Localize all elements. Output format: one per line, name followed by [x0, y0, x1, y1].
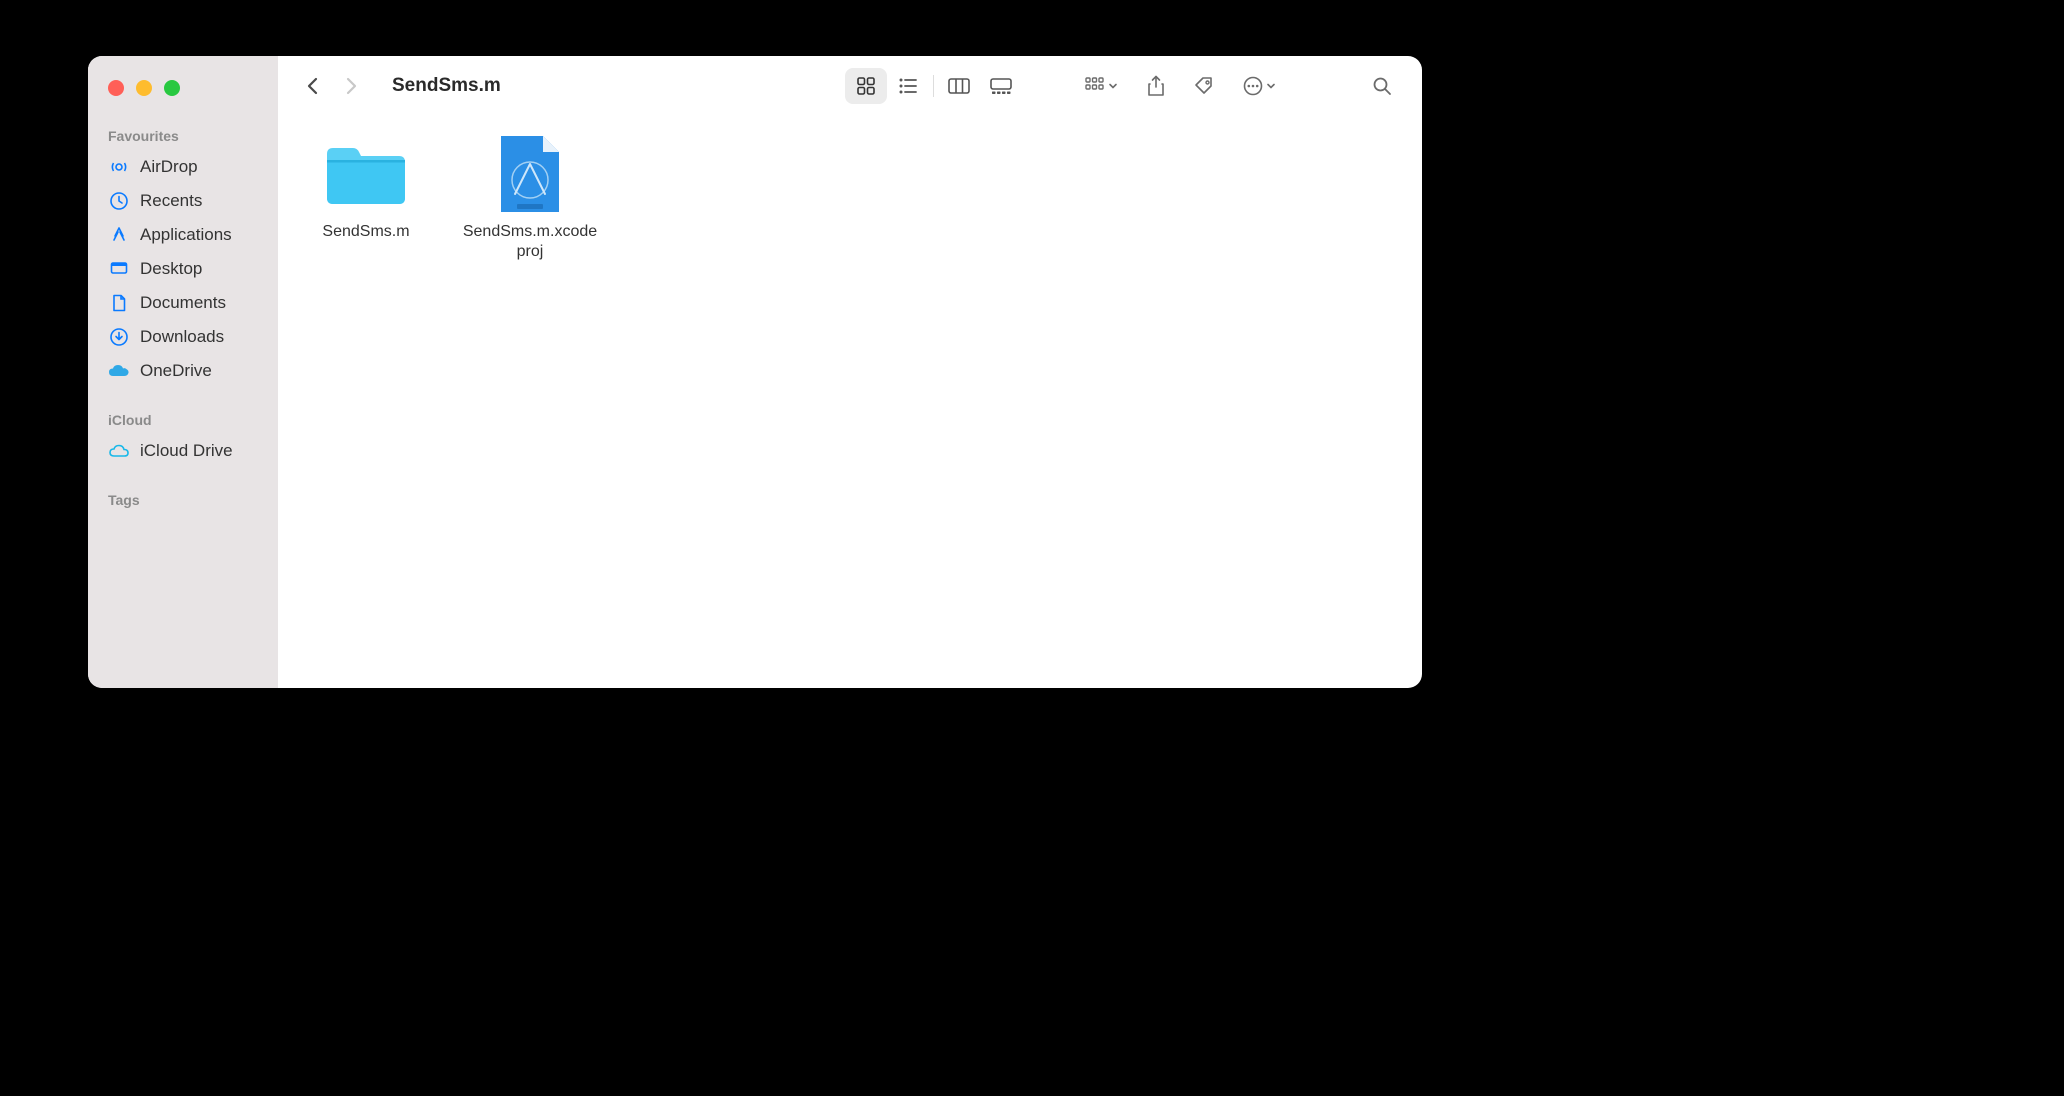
column-view-button[interactable]: [938, 68, 980, 104]
airdrop-icon: [108, 156, 130, 178]
share-button[interactable]: [1136, 68, 1176, 104]
window-controls: [88, 80, 278, 96]
tags-button[interactable]: [1184, 68, 1224, 104]
sidebar-item-label: Desktop: [140, 259, 202, 279]
xcode-project-icon: [486, 134, 574, 216]
folder-icon: [322, 134, 410, 216]
sidebar-item-onedrive[interactable]: OneDrive: [88, 354, 278, 388]
desktop-icon: [108, 258, 130, 280]
file-item-xcodeproj[interactable]: SendSms.m.xcodeproj: [462, 134, 598, 262]
onedrive-icon: [108, 360, 130, 382]
cloud-icon: [108, 440, 130, 462]
sidebar-item-label: Downloads: [140, 327, 224, 347]
action-menu-button[interactable]: [1232, 68, 1286, 104]
sidebar-section-header: Tags: [88, 492, 278, 514]
window-title: SendSms.m: [392, 75, 501, 97]
group-by-button[interactable]: [1074, 68, 1128, 104]
toolbar: SendSms.m: [278, 56, 1422, 116]
file-label: SendSms.m: [322, 222, 409, 242]
gallery-view-button[interactable]: [980, 68, 1022, 104]
sidebar-section-header: iCloud: [88, 412, 278, 434]
minimize-button[interactable]: [136, 80, 152, 96]
close-button[interactable]: [108, 80, 124, 96]
finder-window: Favourites AirDrop Recents Applications …: [88, 56, 1422, 688]
sidebar-item-icloud-drive[interactable]: iCloud Drive: [88, 434, 278, 468]
chevron-down-icon: [1108, 81, 1118, 91]
sidebar-item-recents[interactable]: Recents: [88, 184, 278, 218]
sidebar-item-downloads[interactable]: Downloads: [88, 320, 278, 354]
sidebar-section-header: Favourites: [88, 128, 278, 150]
document-icon: [108, 292, 130, 314]
file-item-folder[interactable]: SendSms.m: [298, 134, 434, 262]
fullscreen-button[interactable]: [164, 80, 180, 96]
chevron-down-icon: [1266, 81, 1276, 91]
file-label: SendSms.m.xcodeproj: [462, 222, 598, 262]
search-button[interactable]: [1362, 68, 1402, 104]
sidebar-item-desktop[interactable]: Desktop: [88, 252, 278, 286]
icon-view-button[interactable]: [845, 68, 887, 104]
view-switcher: [845, 68, 1022, 104]
sidebar-item-documents[interactable]: Documents: [88, 286, 278, 320]
forward-button[interactable]: [336, 71, 366, 101]
main-area: SendSms.m: [278, 56, 1422, 688]
download-icon: [108, 326, 130, 348]
applications-icon: [108, 224, 130, 246]
sidebar-item-airdrop[interactable]: AirDrop: [88, 150, 278, 184]
list-view-button[interactable]: [887, 68, 929, 104]
sidebar-item-label: Applications: [140, 225, 232, 245]
sidebar-item-label: Recents: [140, 191, 202, 211]
sidebar-item-label: Documents: [140, 293, 226, 313]
toolbar-divider: [933, 75, 934, 97]
sidebar-item-label: OneDrive: [140, 361, 212, 381]
sidebar-item-label: AirDrop: [140, 157, 198, 177]
sidebar-item-label: iCloud Drive: [140, 441, 233, 461]
sidebar: Favourites AirDrop Recents Applications …: [88, 56, 278, 688]
file-grid[interactable]: SendSms.m SendSms.m.xcodeproj: [278, 116, 1422, 688]
back-button[interactable]: [298, 71, 328, 101]
sidebar-item-applications[interactable]: Applications: [88, 218, 278, 252]
clock-icon: [108, 190, 130, 212]
